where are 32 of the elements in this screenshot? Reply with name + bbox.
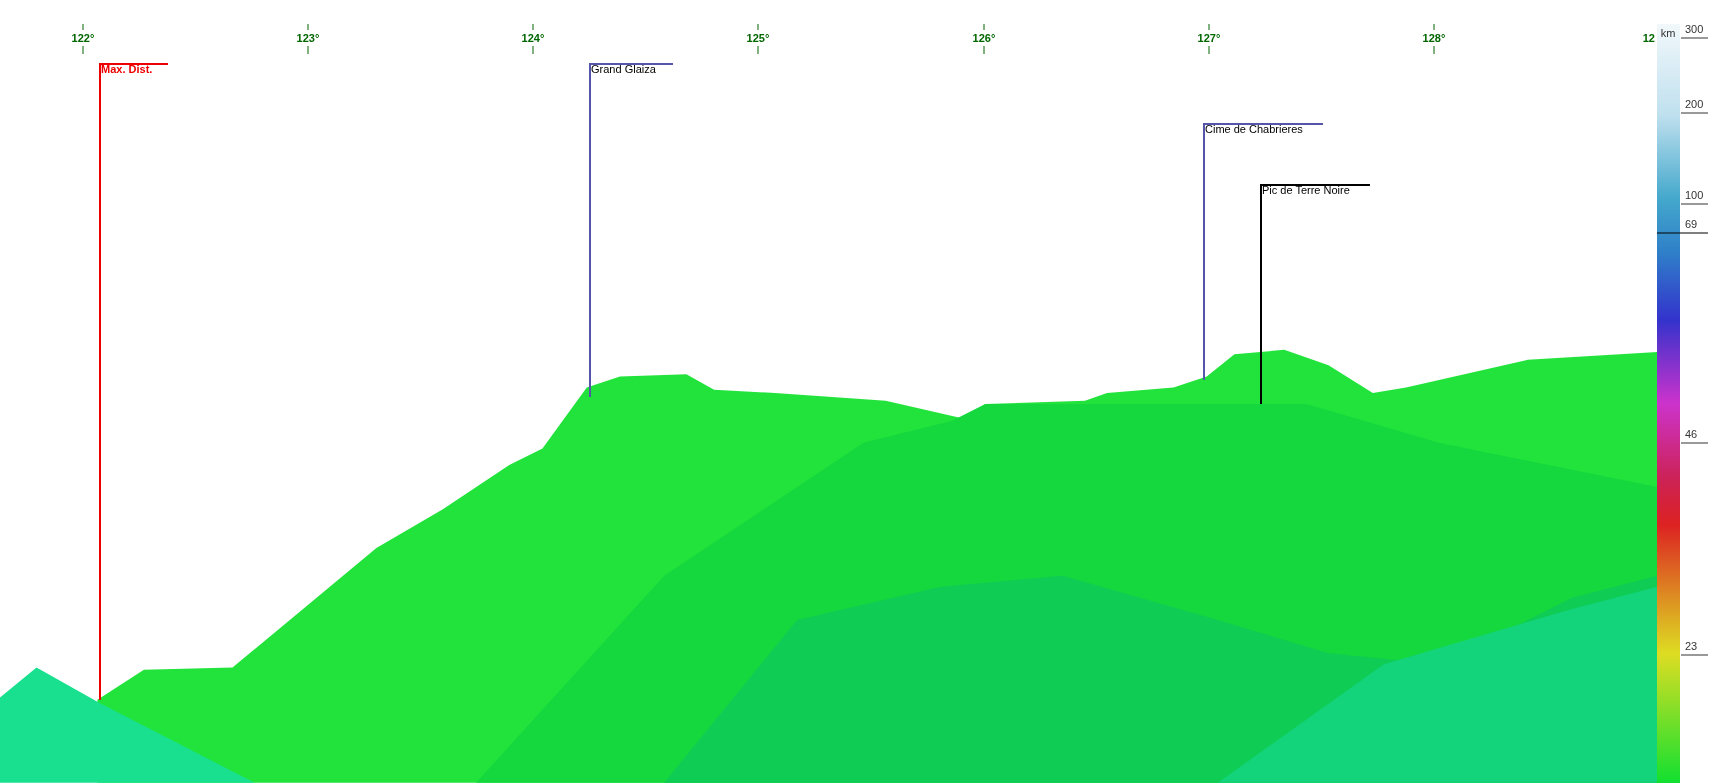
scale-tick bbox=[1680, 112, 1709, 114]
axis-label: 126° bbox=[972, 32, 996, 44]
tick-mark bbox=[1208, 23, 1210, 55]
unit-label: km bbox=[1660, 27, 1676, 39]
axis-label: 123° bbox=[296, 32, 320, 44]
scale-label: 300 bbox=[1685, 23, 1704, 35]
tick-mark bbox=[1433, 23, 1435, 55]
axis-label: 125° bbox=[746, 32, 770, 44]
tick-mark bbox=[757, 23, 759, 55]
axis-label: 12 bbox=[1642, 32, 1655, 44]
scale-label: 100 bbox=[1685, 189, 1704, 201]
axis-label: 128° bbox=[1422, 32, 1446, 44]
tick-mark bbox=[532, 23, 534, 55]
scale-tick bbox=[1680, 37, 1709, 39]
scale-tick bbox=[1680, 203, 1709, 205]
scale-tick bbox=[1680, 654, 1709, 656]
scale-label: 200 bbox=[1685, 98, 1704, 110]
axis-label: 127° bbox=[1197, 32, 1221, 44]
axis-label: 124° bbox=[521, 32, 545, 44]
tick-mark bbox=[983, 23, 985, 55]
peak-label: Pic de Terre Noire bbox=[1262, 184, 1350, 196]
max-distance-label: Max. Dist. bbox=[101, 63, 153, 75]
peak-label: Grand Glaiza bbox=[591, 63, 656, 75]
scale-label: 69 bbox=[1685, 218, 1698, 230]
axis-label: 122° bbox=[71, 32, 95, 44]
distance-limit-line bbox=[1656, 232, 1709, 234]
scale-label: 46 bbox=[1685, 428, 1698, 440]
scale-label: 23 bbox=[1685, 640, 1698, 652]
peak-label: Cime de Chabrieres bbox=[1205, 123, 1303, 135]
scale-tick bbox=[1680, 442, 1709, 444]
tick-mark bbox=[307, 23, 309, 55]
tick-mark bbox=[82, 23, 84, 55]
